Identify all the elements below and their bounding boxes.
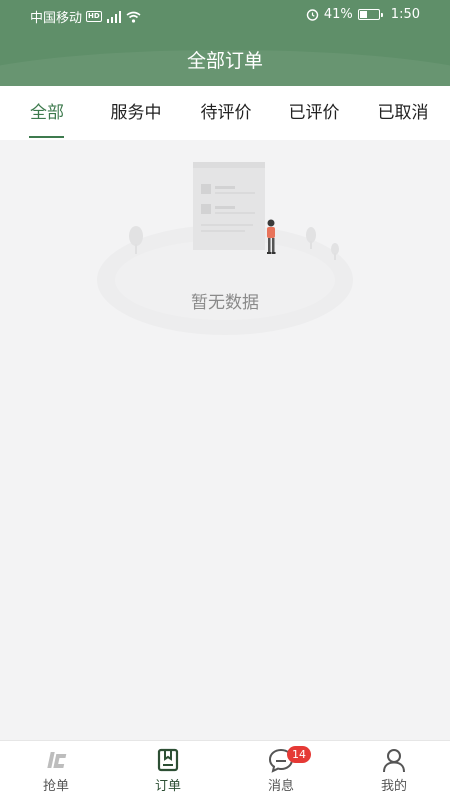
nav-label-grab-order: 抢单 <box>42 779 69 794</box>
page-title: 全部订单 <box>186 50 263 72</box>
wifi-icon <box>126 11 141 23</box>
active-tab-indicator <box>29 136 64 138</box>
signal-icon <box>106 10 121 23</box>
battery-percent: 41% <box>323 7 353 22</box>
bottom-navigation: 抢单 订单 14 消息 我的 <box>0 740 450 800</box>
carrier-label: 中国移动 <box>30 11 83 26</box>
nav-label-mine: 我的 <box>380 779 407 794</box>
nav-item-orders[interactable]: 订单 <box>112 741 224 800</box>
order-status-tabs: 全部 服务中 待评价 已评价 已取消 <box>0 86 450 140</box>
message-count-badge: 14 <box>287 746 311 763</box>
tab-pending-review[interactable]: 待评价 <box>188 86 264 140</box>
clock: 1:50 <box>390 7 420 22</box>
tab-reviewed[interactable]: 已评价 <box>276 86 352 140</box>
tab-in-service[interactable]: 服务中 <box>98 86 174 140</box>
tab-all[interactable]: 全部 <box>14 86 80 140</box>
person-icon <box>383 749 405 773</box>
nav-label-orders: 订单 <box>154 779 181 794</box>
empty-state-text: 暂无数据 <box>191 293 259 313</box>
nav-label-messages: 消息 <box>267 779 294 794</box>
nav-item-mine[interactable]: 我的 <box>338 741 450 800</box>
order-book-icon <box>157 748 179 772</box>
status-bar: 中国移动 HD 41% 1:50 <box>0 0 450 32</box>
grab-order-icon <box>47 752 67 768</box>
hd-badge: HD <box>86 11 102 22</box>
tab-cancelled[interactable]: 已取消 <box>365 86 441 140</box>
nav-item-messages[interactable]: 14 消息 <box>225 741 337 800</box>
battery-level <box>359 11 367 18</box>
battery-icon <box>357 9 383 20</box>
alarm-icon <box>306 9 319 21</box>
header-bar: 中国移动 HD 41% 1:50 全部订单 <box>0 0 450 86</box>
nav-item-grab-order[interactable]: 抢单 <box>0 741 112 800</box>
